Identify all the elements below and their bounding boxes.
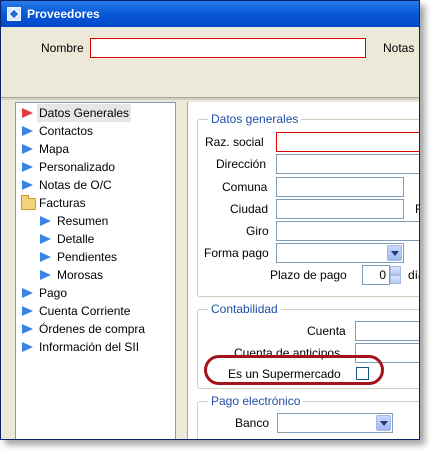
plazo-spinner[interactable] xyxy=(390,266,401,284)
nav-label: Detalle xyxy=(57,232,95,246)
contabilidad-title: Contabilidad xyxy=(208,302,281,316)
arrow-icon xyxy=(22,306,33,316)
raz-social-label: Raz. social xyxy=(205,135,264,149)
plazo-pago-label: Plazo de pago xyxy=(270,268,347,282)
nav-label: Facturas xyxy=(39,196,86,210)
plazo-unit-label: día xyxy=(408,268,419,282)
arrow-icon xyxy=(40,270,51,280)
detail-panel: Datos generales Raz. social Dirección Co… xyxy=(187,102,419,439)
ciudad-label: Ciudad xyxy=(230,202,269,216)
arrow-icon xyxy=(22,126,33,136)
nav-label: Datos Generales xyxy=(37,104,132,122)
nav-label: Pago xyxy=(39,286,68,300)
notas-label: Notas xyxy=(383,41,415,55)
cuenta-label: Cuenta xyxy=(307,324,346,338)
arrow-icon xyxy=(40,216,51,226)
header-bar: Nombre Notas xyxy=(1,27,419,97)
arrow-icon xyxy=(40,252,51,262)
nav-label: Mapa xyxy=(39,142,70,156)
arrow-icon xyxy=(22,288,33,298)
comuna-input[interactable] xyxy=(276,177,404,197)
nav-label: Resumen xyxy=(57,214,109,228)
spin-up-icon[interactable] xyxy=(390,266,401,275)
arrow-icon xyxy=(22,180,33,190)
arrow-icon xyxy=(40,234,51,244)
nombre-input[interactable] xyxy=(90,38,366,58)
nav-label: Información del SII xyxy=(39,340,140,354)
section-nav: Datos Generales Contactos Mapa Personali… xyxy=(15,102,176,439)
nav-label: Pendientes xyxy=(57,250,118,264)
chevron-down-icon[interactable] xyxy=(376,415,391,431)
arrow-icon xyxy=(22,324,33,334)
ciudad-input[interactable] xyxy=(276,199,404,219)
arrow-icon xyxy=(22,162,33,172)
direccion-label: Dirección xyxy=(216,157,267,171)
comuna-label: Comuna xyxy=(222,180,268,194)
arrow-red-icon xyxy=(22,108,33,118)
banco-select[interactable] xyxy=(277,413,393,433)
nav-label: Órdenes de compra xyxy=(39,322,146,336)
forma-pago-select[interactable] xyxy=(276,243,404,263)
chevron-down-icon[interactable] xyxy=(387,245,402,261)
datos-generales-title: Datos generales xyxy=(208,112,302,126)
ciudad-suffix-label: F xyxy=(415,202,419,216)
nav-label: Morosas xyxy=(57,268,104,282)
nombre-label: Nombre xyxy=(41,41,84,55)
folder-icon xyxy=(21,195,36,210)
arrow-icon xyxy=(22,342,33,352)
app-icon xyxy=(7,7,21,21)
nav-label: Notas de O/C xyxy=(39,178,112,192)
supermercado-highlight-annotation xyxy=(204,355,384,385)
giro-input[interactable] xyxy=(276,221,419,241)
plazo-pago-input[interactable]: 0 xyxy=(362,265,390,285)
giro-label: Giro xyxy=(246,224,269,238)
window-title: Proveedores xyxy=(27,7,100,21)
forma-pago-label: Forma pago xyxy=(204,246,269,260)
nav-label: Personalizado xyxy=(39,160,116,174)
raz-social-input[interactable] xyxy=(276,132,419,152)
cuenta-input[interactable] xyxy=(355,321,419,341)
direccion-input[interactable] xyxy=(276,154,419,174)
title-bar[interactable]: Proveedores xyxy=(1,1,419,27)
pago-electronico-title: Pago electrónico xyxy=(208,394,304,408)
arrow-icon xyxy=(22,144,33,154)
nav-label: Contactos xyxy=(39,124,94,138)
nav-label: Cuenta Corriente xyxy=(39,304,131,318)
header-divider xyxy=(1,97,419,100)
banco-label: Banco xyxy=(235,416,270,430)
spin-down-icon[interactable] xyxy=(390,275,401,284)
